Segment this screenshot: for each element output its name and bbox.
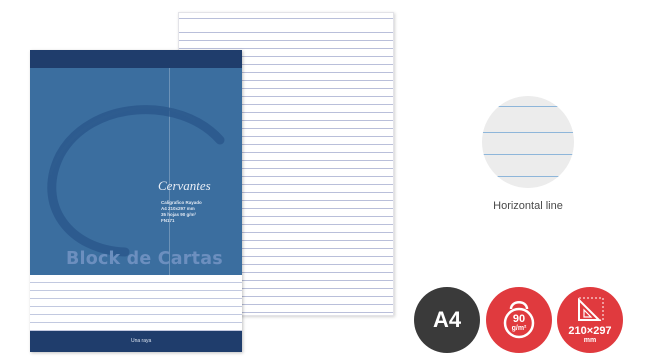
pad-footer-band: Una raya — [30, 331, 242, 352]
format-label: A4 — [432, 307, 462, 332]
paper-size-value: 210×297 — [568, 325, 612, 337]
brand-logo: Cervantes — [158, 178, 211, 193]
pad-top-band — [30, 50, 242, 68]
ruling-sample-circle — [482, 96, 574, 188]
pad-title: Block de Cartas — [66, 249, 223, 269]
swirl-graphic — [47, 105, 225, 257]
sample-rule-line — [482, 106, 574, 107]
paper-weight-value: 90 — [512, 313, 526, 325]
spec-line: FN171 — [161, 218, 175, 223]
sample-caption: Horizontal line — [493, 200, 563, 212]
paper-weight-unit: g/m² — [511, 325, 527, 332]
pad-ruled-window — [30, 275, 242, 331]
writing-pad-cover: Cervantes Caligrafico Rayado A4 210x297 … — [30, 50, 242, 352]
pad-specifications: Caligrafico Rayado A4 210x297 mm 35 hoja… — [161, 200, 231, 224]
format-badge: A4 — [414, 287, 480, 353]
paper-size-badge: 210×297 mm — [557, 287, 623, 353]
sample-rule-line — [482, 154, 574, 155]
paper-weight-badge: 90 g/m² — [486, 287, 552, 353]
paper-size-unit: mm — [583, 337, 597, 344]
sample-rule-line — [482, 176, 574, 177]
ruling-label: Una raya — [131, 338, 152, 344]
sample-rule-line — [482, 132, 574, 133]
